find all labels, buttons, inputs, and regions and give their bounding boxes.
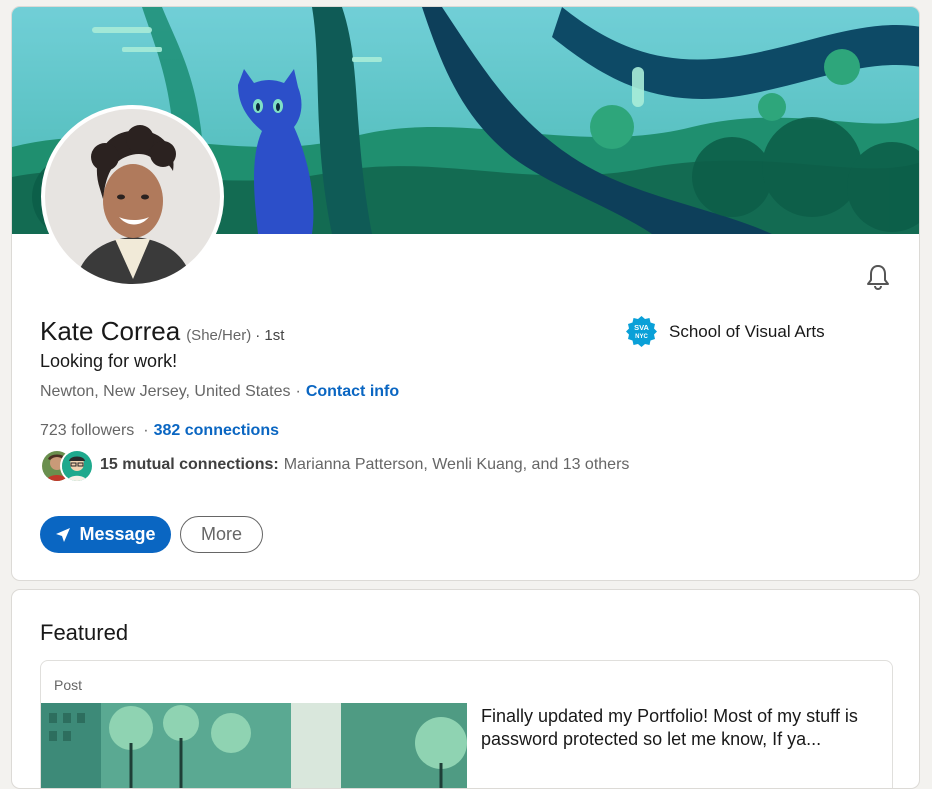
school-logo-icon: SVA NYC [626, 316, 657, 347]
mutual-count: 15 mutual connections: [100, 456, 279, 473]
separator-dot: · [295, 383, 301, 400]
message-button[interactable]: Message [40, 516, 171, 553]
followers-count: 723 followers [40, 422, 135, 439]
location-row: Newton, New Jersey, United States · Cont… [40, 383, 399, 401]
mutual-names: Marianna Patterson, Wenli Kuang, and 13 … [283, 456, 630, 473]
connection-degree: · 1st [255, 327, 285, 344]
mutual-avatar [60, 449, 94, 483]
featured-post[interactable]: Post Finally updated my Portfolio! Most … [40, 660, 893, 788]
profile-name: Kate Correa [40, 316, 181, 346]
name-row: Kate Correa (She/Her) · 1st [40, 316, 284, 347]
connections-link[interactable]: 382 connections [154, 422, 279, 440]
mutual-avatars [40, 448, 94, 483]
post-thumbnail [41, 703, 467, 788]
school-name: School of Visual Arts [669, 321, 825, 341]
action-buttons: Message More [40, 516, 263, 553]
more-button[interactable]: More [180, 516, 263, 553]
stats-row: 723 followers · 382 connections [40, 422, 279, 440]
bell-icon[interactable] [865, 263, 891, 291]
featured-title: Featured [40, 620, 129, 645]
post-text: Finally updated my Portfolio! Most of my… [481, 706, 858, 749]
profile-location: Newton, New Jersey, United States [40, 383, 291, 400]
featured-section: Featured Post Finally updated my Portfol… [11, 589, 920, 789]
send-icon [56, 527, 71, 542]
post-label: Post [54, 677, 83, 693]
profile-pronouns: (She/Her) [186, 327, 252, 344]
svg-text:SVA: SVA [634, 323, 649, 332]
mutual-connections[interactable]: 15 mutual connections: Marianna Patterso… [40, 448, 630, 483]
contact-info-link[interactable]: Contact info [306, 383, 399, 401]
profile-card: Kate Correa (She/Her) · 1st Looking for … [11, 6, 920, 581]
message-button-label: Message [79, 524, 156, 544]
separator-dot: · [143, 422, 149, 439]
more-button-label: More [200, 524, 242, 544]
svg-text:NYC: NYC [635, 334, 648, 340]
school-entry[interactable]: SVA NYC School of Visual Arts [625, 315, 825, 348]
profile-avatar[interactable] [41, 105, 224, 288]
profile-headline: Looking for work! [40, 351, 178, 371]
